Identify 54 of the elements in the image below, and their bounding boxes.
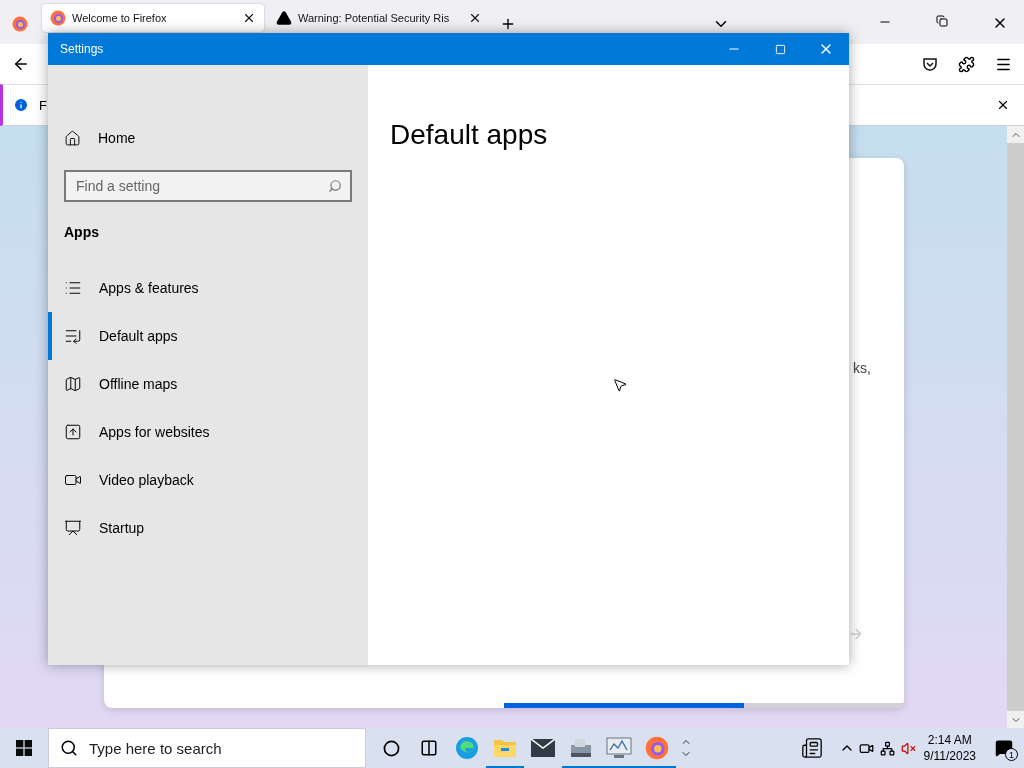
list-icon <box>64 279 82 297</box>
windows-logo-icon <box>16 740 32 756</box>
folder-icon <box>493 737 517 759</box>
close-icon[interactable] <box>242 11 256 25</box>
back-icon[interactable] <box>12 55 30 73</box>
network-icon[interactable] <box>879 740 895 756</box>
notification-text: F <box>39 97 47 113</box>
home-icon <box>64 129 81 147</box>
sidebar-item[interactable]: Apps for websites <box>48 408 368 456</box>
browser-tab[interactable]: Warning: Potential Security Ris <box>268 4 490 32</box>
map-icon <box>64 375 82 393</box>
close-icon[interactable] <box>468 11 482 25</box>
restore-icon[interactable] <box>936 15 948 27</box>
new-tab-icon[interactable] <box>500 16 516 32</box>
info-icon <box>13 97 29 113</box>
home-link[interactable]: Home <box>48 114 368 162</box>
clock-time: 2:14 AM <box>927 732 972 748</box>
clock[interactable]: 2:14 AM 9/11/2023 <box>923 732 976 764</box>
sidebar-item[interactable]: Startup <box>48 504 368 552</box>
section-title: Apps <box>64 224 100 240</box>
sidebar-item[interactable]: Default apps <box>48 312 368 360</box>
sidebar-item[interactable]: Video playback <box>48 456 368 504</box>
list-arrow-icon <box>64 327 82 345</box>
task-view-icon <box>420 739 438 757</box>
sidebar-item[interactable]: Apps & features <box>48 264 368 312</box>
warning-icon <box>276 10 292 26</box>
search-icon <box>328 179 342 193</box>
tab-title: Warning: Potential Security Ris <box>298 12 451 24</box>
firefox-icon <box>50 10 66 26</box>
monitor-chart-icon <box>606 737 632 759</box>
taskbar-search-field[interactable]: Type here to search <box>48 728 366 768</box>
volume-muted-icon[interactable] <box>900 740 916 756</box>
tab-title: Welcome to Firefox <box>72 12 168 24</box>
mouse-cursor-icon <box>612 377 628 393</box>
edge-icon <box>455 736 479 760</box>
notification-count: 1 <box>1005 748 1018 761</box>
firefox-icon <box>12 16 28 32</box>
firefox-icon <box>645 736 669 760</box>
circle-icon <box>382 739 400 757</box>
pocket-icon[interactable] <box>922 56 938 72</box>
browser-tab[interactable]: Welcome to Firefox <box>42 4 264 32</box>
sidebar-item[interactable]: Offline maps <box>48 360 368 408</box>
search-field[interactable]: Find a setting <box>64 170 352 202</box>
clock-date: 9/11/2023 <box>923 748 976 764</box>
extensions-icon[interactable] <box>958 55 975 73</box>
search-icon <box>60 739 78 757</box>
news-icon[interactable] <box>800 737 823 759</box>
mail-icon <box>531 739 555 757</box>
notifications-button[interactable]: 1 <box>984 728 1024 768</box>
window-title: Settings <box>59 42 105 56</box>
page-heading: Default apps <box>390 119 549 151</box>
maximize-icon <box>774 43 786 55</box>
close-icon[interactable] <box>996 98 1010 112</box>
card-text: ks, <box>853 360 871 376</box>
